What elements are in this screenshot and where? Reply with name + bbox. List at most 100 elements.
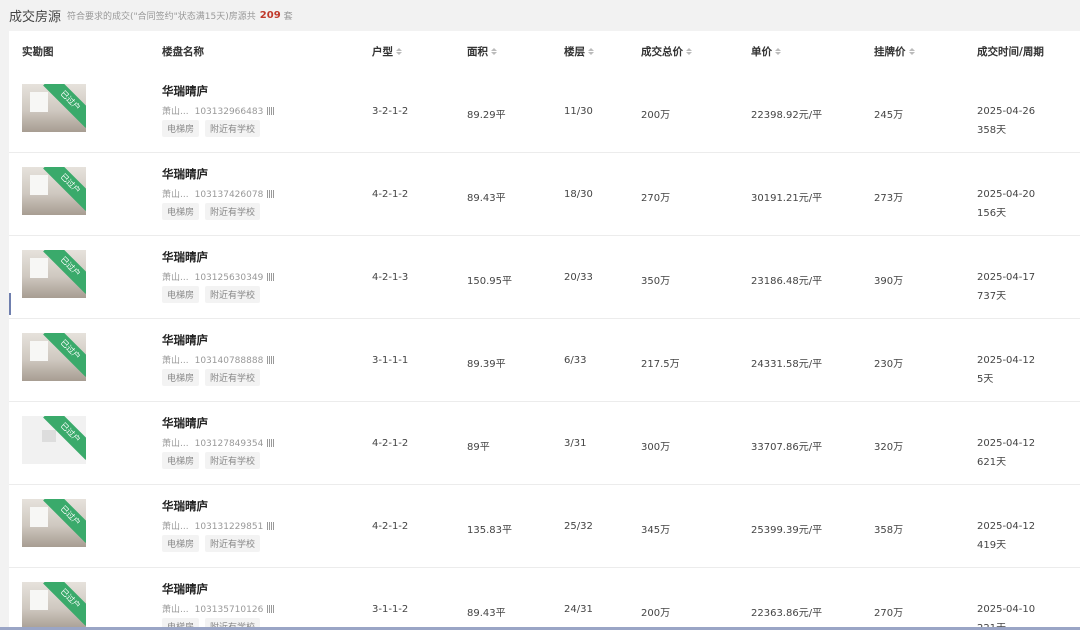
community-name[interactable]: 华瑞晴庐: [162, 83, 208, 99]
community-name[interactable]: 华瑞晴庐: [162, 166, 208, 182]
district-label: 萧山...: [162, 605, 189, 615]
column-total-price[interactable]: 成交总价: [641, 44, 692, 59]
area-value: 150.95平: [467, 276, 512, 287]
sort-icon[interactable]: [686, 48, 692, 55]
result-count: 209: [259, 9, 281, 21]
listing-photo[interactable]: 已过户: [22, 582, 86, 630]
deal-date-value: 2025-04-10: [977, 604, 1036, 615]
listing-photo[interactable]: 已过户: [22, 84, 86, 132]
total-price-value: 300万: [641, 442, 671, 453]
qr-code-icon[interactable]: [267, 522, 276, 530]
floor-value: 18/30: [564, 189, 593, 200]
table-row[interactable]: 已过户 华瑞晴庐 萧山... 103132966483 电梯房 附近有学校 3-2…: [9, 70, 1080, 153]
floor-value: 3/31: [564, 438, 587, 449]
listing-photo[interactable]: 已过户: [22, 167, 86, 215]
column-area[interactable]: 面积: [467, 44, 497, 59]
deal-cycle-value: 419天: [977, 540, 1007, 551]
area-value: 89平: [467, 442, 490, 453]
qr-code-icon[interactable]: [267, 273, 276, 281]
list-price-value: 390万: [874, 276, 904, 287]
layout-value: 4-2-1-2: [372, 438, 409, 449]
section-header: 成交房源 符合要求的成交("合同签约"状态满15天)房源共 209 套: [0, 0, 1080, 30]
unit-price-value: 30191.21元/平: [751, 193, 823, 204]
tag-school: 附近有学校: [205, 120, 261, 137]
table-row[interactable]: 已过户 华瑞晴庐 萧山... 103125630349 电梯房 附近有学校 4-2…: [9, 236, 1080, 319]
column-unit-price[interactable]: 单价: [751, 44, 781, 59]
listing-photo[interactable]: 已过户: [22, 416, 86, 464]
sort-icon[interactable]: [491, 48, 497, 55]
unit-price-value: 23186.48元/平: [751, 276, 823, 287]
unit-price-value: 22398.92元/平: [751, 110, 823, 121]
result-unit: 套: [283, 11, 293, 22]
listing-id: 103125630349: [194, 273, 264, 283]
deal-date-value: 2025-04-12: [977, 355, 1036, 366]
tag-school: 附近有学校: [205, 535, 261, 552]
table-row[interactable]: 已过户 华瑞晴庐 萧山...103135710126 电梯房 附近有学校 3-1…: [9, 568, 1080, 630]
tag-elevator: 电梯房: [162, 286, 200, 303]
unit-price-value: 24331.58元/平: [751, 359, 823, 370]
total-price-value: 200万: [641, 110, 671, 121]
community-name[interactable]: 华瑞晴庐: [162, 581, 208, 597]
list-price-value: 245万: [874, 110, 904, 121]
area-value: 89.43平: [467, 608, 506, 619]
area-value: 135.83平: [467, 525, 512, 536]
deal-cycle-value: 737天: [977, 291, 1007, 302]
layout-value: 4-2-1-2: [372, 189, 409, 200]
listing-tags: 电梯房 附近有学校: [162, 120, 261, 137]
listing-meta: 萧山... 103125630349: [162, 270, 276, 283]
deal-listings-table: 实勘图 楼盘名称 户型 面积 楼层 成交总价 单价 挂牌价 成交时间/周期 已过…: [9, 31, 1080, 630]
layout-value: 4-2-1-2: [372, 521, 409, 532]
deal-cycle-value: 358天: [977, 125, 1007, 136]
community-name[interactable]: 华瑞晴庐: [162, 249, 208, 265]
qr-code-icon[interactable]: [267, 356, 276, 364]
community-name[interactable]: 华瑞晴庐: [162, 415, 208, 431]
floor-value: 20/33: [564, 272, 593, 283]
district-label: 萧山...: [162, 190, 189, 200]
deal-cycle-value: 156天: [977, 208, 1007, 219]
column-list-price[interactable]: 挂牌价: [874, 44, 915, 59]
floor-value: 25/32: [564, 521, 593, 532]
listing-id: 103137426078: [194, 190, 264, 200]
community-name[interactable]: 华瑞晴庐: [162, 332, 208, 348]
deal-date-value: 2025-04-20: [977, 189, 1036, 200]
district-label: 萧山...: [162, 522, 189, 532]
district-label: 萧山...: [162, 356, 189, 366]
listing-photo[interactable]: 已过户: [22, 499, 86, 547]
listing-meta: 萧山... 103132966483: [162, 104, 276, 117]
qr-code-icon[interactable]: [267, 107, 276, 115]
table-row[interactable]: 已过户 华瑞晴庐 萧山... 103131229851 电梯房 附近有学校 4-2…: [9, 485, 1080, 568]
listing-photo[interactable]: 已过户: [22, 333, 86, 381]
sort-icon[interactable]: [775, 48, 781, 55]
listing-tags: 电梯房 附近有学校: [162, 369, 261, 386]
deal-date-value: 2025-04-12: [977, 438, 1036, 449]
column-layout[interactable]: 户型: [372, 44, 402, 59]
sort-icon[interactable]: [908, 48, 915, 55]
sort-icon[interactable]: [588, 48, 594, 55]
table-row[interactable]: 已过户 华瑞晴庐 萧山... 103140788888 电梯房 附近有学校 3-1…: [9, 319, 1080, 402]
qr-code-icon[interactable]: [267, 605, 276, 613]
table-row[interactable]: 已过户 华瑞晴庐 萧山... 103137426078 电梯房 附近有学校 4-2…: [9, 153, 1080, 236]
listing-tags: 电梯房 附近有学校: [162, 452, 261, 469]
listing-photo[interactable]: 已过户: [22, 250, 86, 298]
unit-price-value: 25399.39元/平: [751, 525, 823, 536]
sort-icon[interactable]: [396, 48, 402, 55]
total-price-value: 345万: [641, 525, 671, 536]
section-title: 成交房源: [9, 9, 62, 25]
column-floor[interactable]: 楼层: [564, 44, 594, 59]
layout-value: 3-2-1-2: [372, 106, 409, 117]
tag-elevator: 电梯房: [162, 203, 200, 220]
qr-code-icon[interactable]: [267, 439, 276, 447]
total-price-value: 350万: [641, 276, 671, 287]
qr-code-icon[interactable]: [267, 190, 276, 198]
listing-tags: 电梯房 附近有学校: [162, 535, 261, 552]
listing-meta: 萧山... 103137426078: [162, 187, 276, 200]
tag-school: 附近有学校: [205, 452, 261, 469]
tag-elevator: 电梯房: [162, 120, 200, 137]
listing-id: 103132966483: [194, 107, 264, 117]
floor-value: 6/33: [564, 355, 587, 366]
list-price-value: 358万: [874, 525, 904, 536]
total-price-value: 200万: [641, 608, 671, 619]
community-name[interactable]: 华瑞晴庐: [162, 498, 208, 514]
district-label: 萧山...: [162, 273, 189, 283]
table-row[interactable]: 已过户 华瑞晴庐 萧山... 103127849354 电梯房 附近有学校 4-2…: [9, 402, 1080, 485]
